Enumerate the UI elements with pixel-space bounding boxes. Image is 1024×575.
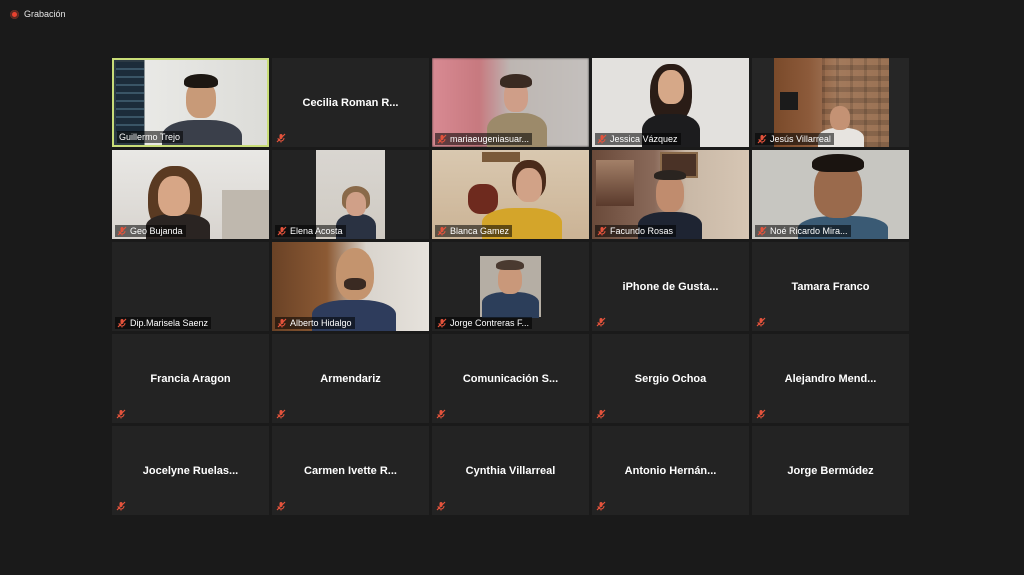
participant-tile[interactable]: Francia Aragon xyxy=(112,334,269,423)
participant-tile[interactable]: Antonio Hernán... xyxy=(592,426,749,515)
participant-tile[interactable]: Cecilia Roman R... xyxy=(272,58,429,147)
participant-tile[interactable]: Jesús Villarreal xyxy=(752,58,909,147)
mic-muted-icon xyxy=(596,317,606,327)
participant-tile[interactable]: Geo Bujanda xyxy=(112,150,269,239)
participant-name-label: mariaeugeniasuar... xyxy=(435,133,533,145)
mic-muted-icon xyxy=(596,409,606,419)
name-text: Facundo Rosas xyxy=(610,226,674,236)
mic-muted-icon xyxy=(277,318,287,328)
mic-muted-icon xyxy=(116,501,126,511)
mic-muted-icon xyxy=(276,133,286,143)
participant-display-name: Alejandro Mend... xyxy=(784,372,877,385)
participant-tile[interactable]: Sergio Ochoa xyxy=(592,334,749,423)
mic-muted-icon xyxy=(437,134,447,144)
mic-muted-icon xyxy=(437,226,447,236)
name-text: Noé Ricardo Mira... xyxy=(770,226,848,236)
recording-indicator[interactable]: Grabación xyxy=(10,9,66,19)
participant-display-name: Jorge Bermúdez xyxy=(787,464,874,477)
participant-tile[interactable]: Comunicación S... xyxy=(432,334,589,423)
mic-muted-icon xyxy=(117,226,127,236)
participant-tile[interactable]: Guillermo Trejo xyxy=(112,58,269,147)
name-text: Jesús Villarreal xyxy=(770,134,831,144)
mic-muted-icon xyxy=(436,409,446,419)
mic-muted-icon xyxy=(117,318,127,328)
name-text: mariaeugeniasuar... xyxy=(450,134,530,144)
participant-tile[interactable]: Cynthia Villarreal xyxy=(432,426,589,515)
participant-tile[interactable]: Alejandro Mend... xyxy=(752,334,909,423)
participant-display-name: Antonio Hernán... xyxy=(624,464,717,477)
mic-muted-icon xyxy=(116,409,126,419)
name-text: Geo Bujanda xyxy=(130,226,183,236)
participant-tile[interactable]: Noé Ricardo Mira... xyxy=(752,150,909,239)
participant-display-name: Carmen Ivette R... xyxy=(304,464,397,477)
participant-name-label: Elena Acosta xyxy=(275,225,346,237)
mic-muted-icon xyxy=(276,501,286,511)
mic-muted-icon xyxy=(437,318,447,328)
participant-tile[interactable]: Jocelyne Ruelas... xyxy=(112,426,269,515)
participant-tile[interactable]: Alberto Hidalgo xyxy=(272,242,429,331)
participant-tile[interactable]: Carmen Ivette R... xyxy=(272,426,429,515)
mic-muted-icon xyxy=(756,409,766,419)
mic-muted-icon xyxy=(757,134,767,144)
participant-display-name: Tamara Franco xyxy=(791,280,870,293)
participant-name-label: Jesús Villarreal xyxy=(755,133,834,145)
name-text: Alberto Hidalgo xyxy=(290,318,352,328)
name-text: Guillermo Trejo xyxy=(119,132,181,142)
participant-tile[interactable]: Jessica Vázquez xyxy=(592,58,749,147)
mic-muted-icon xyxy=(756,317,766,327)
recording-label: Grabación xyxy=(24,9,66,19)
participant-tile[interactable]: Facundo Rosas xyxy=(592,150,749,239)
participant-name-label: Dip.Marisela Saenz xyxy=(115,317,212,329)
participant-tile[interactable]: mariaeugeniasuar... xyxy=(432,58,589,147)
participant-tile[interactable]: iPhone de Gusta... xyxy=(592,242,749,331)
mic-muted-icon xyxy=(597,134,607,144)
participant-name-label: Jessica Vázquez xyxy=(595,133,681,145)
name-text: Jessica Vázquez xyxy=(610,134,678,144)
name-text: Jorge Contreras F... xyxy=(450,318,530,328)
name-text: Elena Acosta xyxy=(290,226,343,236)
participant-display-name: Sergio Ochoa xyxy=(634,372,707,385)
participant-display-name: Francia Aragon xyxy=(150,372,231,385)
participant-tile[interactable]: Dip.Marisela Saenz xyxy=(112,242,269,331)
mic-muted-icon xyxy=(597,226,607,236)
participant-display-name: Armendariz xyxy=(320,372,381,385)
participant-grid: Guillermo Trejo Cecilia Roman R... maria… xyxy=(112,58,909,515)
participant-display-name: iPhone de Gusta... xyxy=(622,280,719,293)
mic-muted-icon xyxy=(596,501,606,511)
participant-name-label: Geo Bujanda xyxy=(115,225,186,237)
record-icon xyxy=(10,9,19,19)
participant-name-label: Noé Ricardo Mira... xyxy=(755,225,851,237)
participant-tile[interactable]: Jorge Contreras F... xyxy=(432,242,589,331)
participant-name-label: Facundo Rosas xyxy=(595,225,677,237)
participant-tile[interactable]: Elena Acosta xyxy=(272,150,429,239)
participant-display-name: Cynthia Villarreal xyxy=(465,464,556,477)
participant-name-label: Alberto Hidalgo xyxy=(275,317,355,329)
participant-display-name: Cecilia Roman R... xyxy=(302,96,399,109)
participant-display-name: Comunicación S... xyxy=(462,372,559,385)
participant-name-label: Blanca Gamez xyxy=(435,225,513,237)
participant-tile[interactable]: Armendariz xyxy=(272,334,429,423)
participant-tile[interactable]: Blanca Gamez xyxy=(432,150,589,239)
participant-tile[interactable]: Tamara Franco xyxy=(752,242,909,331)
participant-tile[interactable]: Jorge Bermúdez xyxy=(752,426,909,515)
name-text: Blanca Gamez xyxy=(450,226,510,236)
participant-name-label: Jorge Contreras F... xyxy=(435,317,533,329)
mic-muted-icon xyxy=(757,226,767,236)
participant-name-label: Guillermo Trejo xyxy=(117,131,184,143)
name-text: Dip.Marisela Saenz xyxy=(130,318,209,328)
participant-display-name: Jocelyne Ruelas... xyxy=(142,464,239,477)
mic-muted-icon xyxy=(277,226,287,236)
mic-muted-icon xyxy=(276,409,286,419)
mic-muted-icon xyxy=(436,501,446,511)
